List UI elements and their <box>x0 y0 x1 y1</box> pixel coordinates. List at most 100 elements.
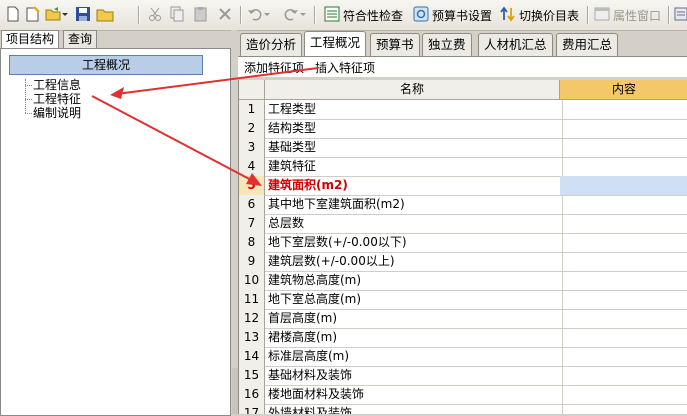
tab-cost-analysis[interactable]: 造价分析 <box>240 33 303 56</box>
tab-query[interactable]: 查询 <box>63 30 98 48</box>
table-row[interactable]: 8 地下室层数(+/-0.00以下) <box>239 233 687 253</box>
feature-content-cell[interactable] <box>560 138 687 157</box>
row-number: 14 <box>239 347 265 366</box>
open-dropdown-icon[interactable] <box>60 5 70 23</box>
feature-name-cell[interactable]: 结构类型 <box>265 119 563 138</box>
feature-name-cell[interactable]: 外墙材料及装饰 <box>265 404 563 414</box>
feature-name-cell[interactable]: 裙楼高度(m) <box>265 328 563 347</box>
tab-fee-summary[interactable]: 费用汇总 <box>556 33 619 56</box>
delete-icon[interactable] <box>216 5 234 23</box>
table-row[interactable]: 1 工程类型 <box>239 100 687 120</box>
undo-dropdown-icon[interactable] <box>262 5 272 23</box>
copy-icon[interactable] <box>168 5 186 23</box>
table-row[interactable]: 13 裙楼高度(m) <box>239 328 687 348</box>
feature-content-cell[interactable] <box>560 290 687 309</box>
table-row[interactable]: 3 基础类型 <box>239 138 687 158</box>
row-number: 6 <box>239 195 265 214</box>
panel-splitter[interactable] <box>231 30 237 414</box>
feature-content-cell[interactable] <box>560 366 687 385</box>
tab-project-overview[interactable]: 工程概况 <box>304 31 367 57</box>
row-number-header <box>239 80 265 99</box>
feature-name-cell[interactable]: 工程类型 <box>265 100 563 119</box>
feature-name-cell[interactable]: 基础材料及装饰 <box>265 366 563 385</box>
switch-price-table-button[interactable]: 切换价目表 <box>500 5 579 25</box>
table-row[interactable]: 12 首层高度(m) <box>239 309 687 329</box>
feature-name-cell[interactable]: 地下室层数(+/-0.00以下) <box>265 233 563 252</box>
feature-content-cell[interactable] <box>560 233 687 252</box>
tab-project-structure[interactable]: 项目结构 <box>1 30 60 49</box>
tab-budget[interactable]: 预算书 <box>370 33 420 56</box>
feature-content-cell[interactable] <box>560 100 687 119</box>
content-column-header[interactable]: 内容 <box>560 80 687 99</box>
table-row[interactable]: 14 标准层高度(m) <box>239 347 687 367</box>
table-row[interactable]: 16 楼地面材料及装饰 <box>239 385 687 405</box>
feature-toolbar: 添加特征项 插入特征项 <box>238 56 687 77</box>
features-grid: 名称 内容 1 工程类型 2 结构类型 3 基础类型 4 建筑特征 5 建筑面积(m2) 6 其中地下… <box>238 80 687 414</box>
row-number: 2 <box>239 119 265 138</box>
table-row[interactable]: 6 其中地下室建筑面积(m2) <box>239 195 687 215</box>
table-row[interactable]: 7 总层数 <box>239 214 687 234</box>
cut-icon[interactable] <box>146 5 164 23</box>
table-row[interactable]: 15 基础材料及装饰 <box>239 366 687 386</box>
feature-name-cell[interactable]: 建筑层数(+/-0.00以上) <box>265 252 563 271</box>
feature-content-cell[interactable] <box>560 176 687 195</box>
name-column-header[interactable]: 名称 <box>265 80 560 99</box>
checklist-icon <box>324 6 340 25</box>
settings-icon <box>413 6 429 25</box>
feature-name-cell[interactable]: 标准层高度(m) <box>265 347 563 366</box>
compliance-check-button[interactable]: 符合性检查 <box>324 5 403 25</box>
table-row[interactable]: 4 建筑特征 <box>239 157 687 177</box>
redo-dropdown-icon[interactable] <box>298 5 308 23</box>
row-number: 16 <box>239 385 265 404</box>
feature-content-cell[interactable] <box>560 157 687 176</box>
feature-content-cell[interactable] <box>560 119 687 138</box>
table-row[interactable]: 9 建筑层数(+/-0.00以上) <box>239 252 687 272</box>
feature-name-cell[interactable]: 基础类型 <box>265 138 563 157</box>
paste-icon[interactable] <box>192 5 210 23</box>
tree-root-header[interactable]: 工程概况 <box>9 55 203 75</box>
feature-content-cell[interactable] <box>560 347 687 366</box>
budget-settings-button[interactable]: 预算书设置 <box>413 5 492 25</box>
row-number: 3 <box>239 138 265 157</box>
document-tab-bar: 造价分析 工程概况 预算书 独立费 人材机汇总 费用汇总 <box>238 31 687 57</box>
left-tab-bar: 项目结构 查询 <box>0 30 232 49</box>
feature-name-cell[interactable]: 建筑物总高度(m) <box>265 271 563 290</box>
switch-price-table-label: 切换价目表 <box>519 8 580 23</box>
feature-name-cell[interactable]: 建筑特征 <box>265 157 563 176</box>
feature-name-cell[interactable]: 其中地下室建筑面积(m2) <box>265 195 563 214</box>
tab-independent-fee[interactable]: 独立费 <box>422 33 472 56</box>
feature-content-cell[interactable] <box>560 214 687 233</box>
feature-content-cell[interactable] <box>560 271 687 290</box>
tree-item-compilation-notes[interactable]: 编制说明 <box>33 106 81 120</box>
feature-content-cell[interactable] <box>560 309 687 328</box>
table-row[interactable]: 10 建筑物总高度(m) <box>239 271 687 291</box>
feature-name-cell[interactable]: 楼地面材料及装饰 <box>265 385 563 404</box>
tree-item-project-info[interactable]: 工程信息 <box>33 78 81 92</box>
property-window-button[interactable]: 属性窗口 <box>594 5 661 25</box>
feature-name-cell[interactable]: 地下室总高度(m) <box>265 290 563 309</box>
tab-labor-material-summary[interactable]: 人材机汇总 <box>478 33 553 56</box>
feature-content-cell[interactable] <box>560 404 687 414</box>
table-row[interactable]: 11 地下室总高度(m) <box>239 290 687 310</box>
add-feature-button[interactable]: 添加特征项 <box>244 59 304 76</box>
feature-name-cell[interactable]: 建筑面积(m2) <box>265 176 563 195</box>
insert-feature-button[interactable]: 插入特征项 <box>315 59 375 76</box>
row-number: 9 <box>239 252 265 271</box>
table-row[interactable]: 2 结构类型 <box>239 119 687 139</box>
table-row[interactable]: 5 建筑面积(m2) <box>239 176 687 196</box>
row-number: 10 <box>239 271 265 290</box>
row-number: 8 <box>239 233 265 252</box>
feature-content-cell[interactable] <box>560 385 687 404</box>
feature-content-cell[interactable] <box>560 328 687 347</box>
new-template-icon[interactable] <box>24 5 42 23</box>
more-tools-icon[interactable] <box>674 5 687 23</box>
feature-content-cell[interactable] <box>560 195 687 214</box>
feature-content-cell[interactable] <box>560 252 687 271</box>
table-row[interactable]: 17 外墙材料及装饰 <box>239 404 687 414</box>
new-file-icon[interactable] <box>4 5 22 23</box>
tree-item-project-features[interactable]: 工程特征 <box>33 92 81 106</box>
open-project-icon[interactable] <box>96 5 114 23</box>
feature-name-cell[interactable]: 总层数 <box>265 214 563 233</box>
feature-name-cell[interactable]: 首层高度(m) <box>265 309 563 328</box>
save-icon[interactable] <box>74 5 92 23</box>
